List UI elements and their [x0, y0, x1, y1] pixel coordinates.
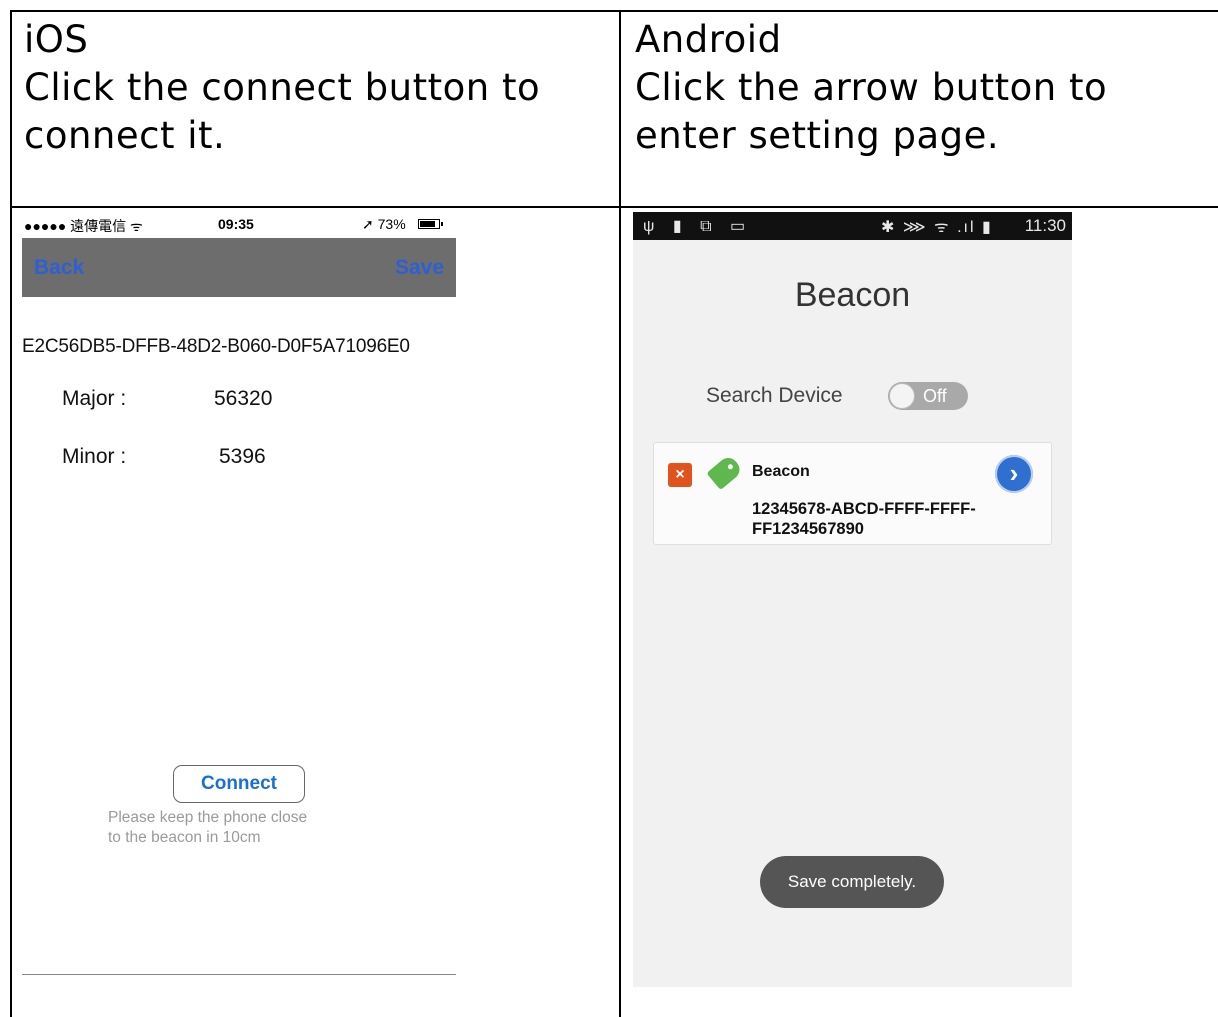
beacon-uuid: E2C56DB5-DFFB-48D2-B060-D0F5A71096E0 — [22, 336, 410, 357]
search-toggle[interactable]: Off — [888, 382, 968, 410]
device-list-item[interactable]: × Beacon 12345678-ABCD-FFFF-FFFF-FF12345… — [653, 442, 1052, 545]
status-time: 11:30 — [1024, 216, 1066, 235]
minor-value: 5396 — [219, 445, 266, 468]
android-instructions-cell: Android Click the arrow button to enter … — [635, 16, 1107, 160]
ios-instruction-line: Click the connect button to — [24, 66, 541, 109]
android-instruction-line: Click the arrow button to — [635, 66, 1108, 109]
app-title: Beacon — [794, 276, 911, 314]
toggle-state-label: Off — [923, 386, 947, 406]
connect-hint: Please keep the phone close to the beaco… — [108, 808, 307, 848]
table-row-divider — [10, 206, 1218, 208]
notification-icons: ψ ▮ ⧉ ▭ — [643, 218, 753, 235]
ios-screenshot: ●●●●● 遠傳電信 ᯤ 09:35 ➚ 73% Back Save E2C56… — [22, 212, 456, 976]
android-status-bar: ψ ▮ ⧉ ▭ ✱ ⋙ ᯤ .ıl ▮ 11:30 — [633, 212, 1072, 240]
major-value: 56320 — [214, 387, 273, 410]
remove-icon[interactable]: × — [668, 463, 692, 487]
battery-icon — [418, 219, 443, 229]
connect-button[interactable]: Connect — [173, 765, 305, 803]
carrier-label: ●●●●● 遠傳電信 ᯤ — [24, 218, 143, 234]
ios-platform-heading: iOS — [24, 18, 89, 61]
android-instruction-line: enter setting page. — [635, 114, 1000, 157]
ios-instruction-line: connect it. — [24, 114, 226, 157]
system-icons: ✱ ⋙ ᯤ .ıl ▮ — [881, 219, 993, 236]
toggle-knob — [889, 383, 915, 409]
minor-label: Minor : — [62, 445, 127, 468]
bottom-divider — [22, 974, 456, 975]
ios-nav-bar: Back Save — [22, 238, 456, 297]
back-button[interactable]: Back — [34, 256, 84, 280]
arrow-right-icon[interactable]: › — [995, 455, 1033, 493]
status-time: 09:35 — [218, 216, 254, 232]
android-platform-heading: Android — [635, 18, 782, 61]
hint-line: Please keep the phone close — [108, 809, 308, 826]
ios-instructions-cell: iOS Click the connect button to connect … — [24, 16, 540, 160]
search-device-label: Search Device — [706, 384, 843, 407]
ios-status-bar: ●●●●● 遠傳電信 ᯤ 09:35 ➚ 73% — [22, 212, 456, 238]
hint-line: to the beacon in 10cm — [108, 829, 261, 846]
android-screenshot: ψ ▮ ⧉ ▭ ✱ ⋙ ᯤ .ıl ▮ 11:30 Beacon Search … — [633, 212, 1072, 987]
toast-message: Save completely. — [760, 856, 944, 908]
save-button[interactable]: Save — [395, 256, 444, 280]
major-label: Major : — [62, 387, 127, 410]
tag-icon — [706, 453, 744, 491]
device-name: Beacon — [752, 463, 810, 480]
table-column-divider — [619, 10, 621, 1017]
battery-percent: ➚ 73% — [362, 216, 406, 232]
device-uuid: 12345678-ABCD-FFFF-FFFF-FF1234567890 — [752, 500, 976, 538]
